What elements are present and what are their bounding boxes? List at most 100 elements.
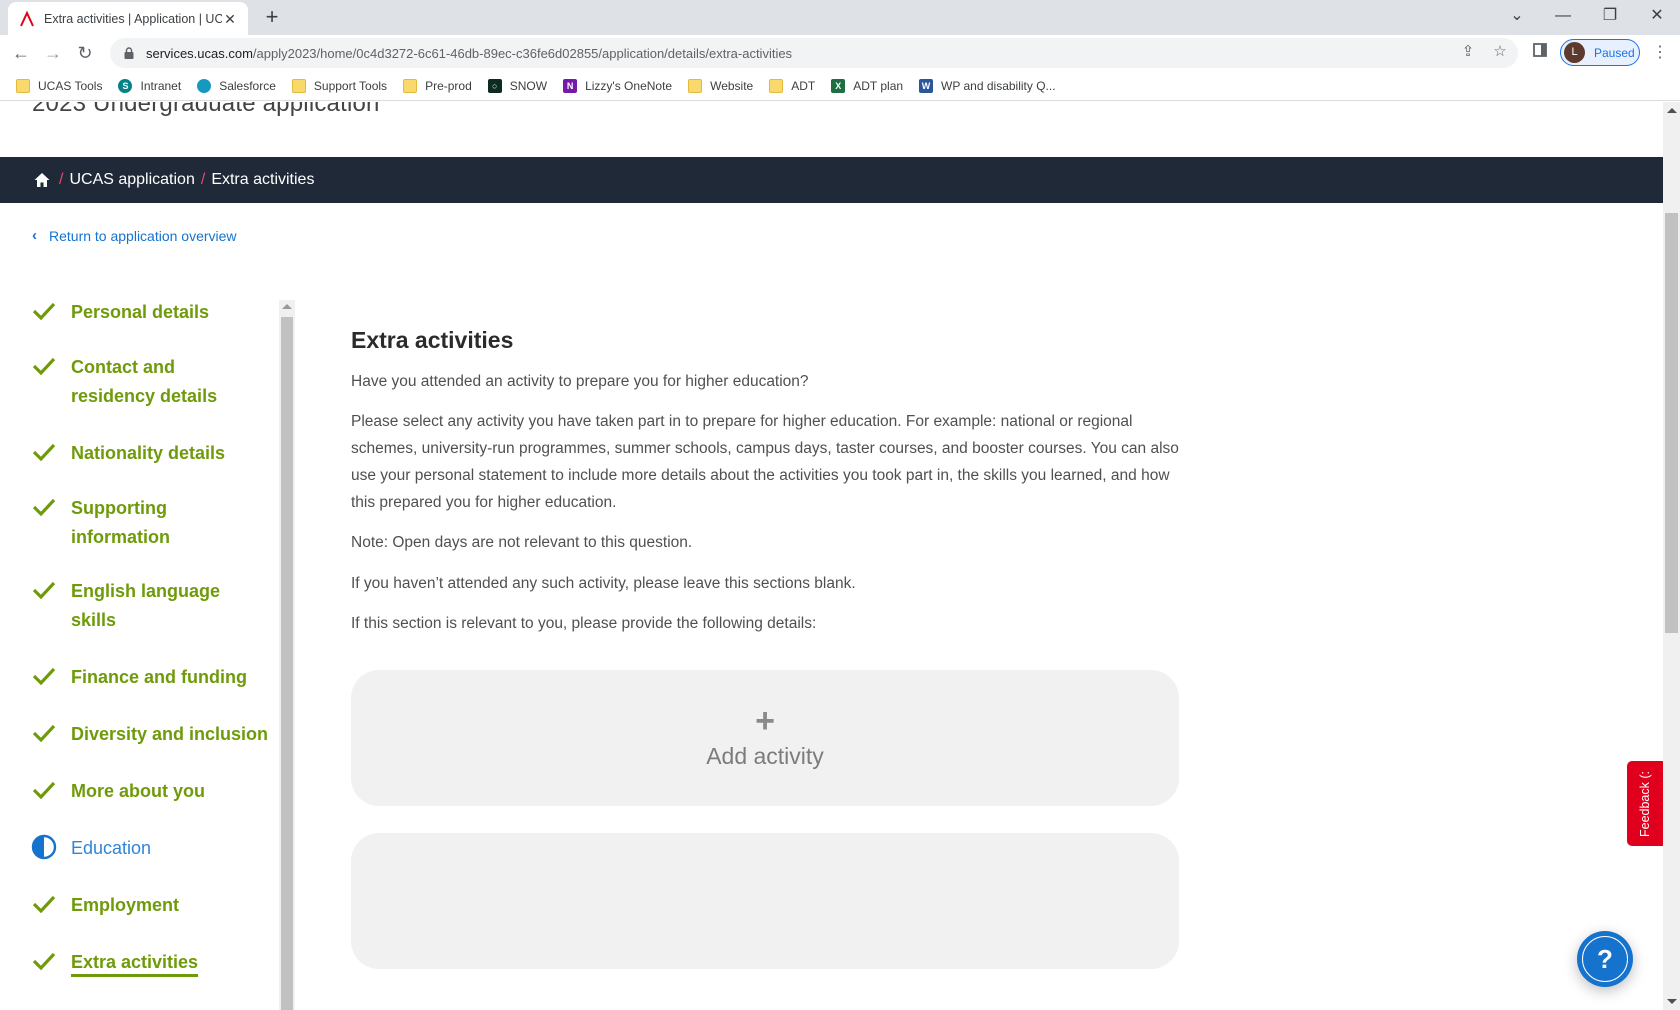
forward-arrow-icon[interactable]: → xyxy=(39,39,67,67)
scroll-down-arrow-icon[interactable] xyxy=(1667,999,1677,1004)
breadcrumb-separator: / xyxy=(59,171,64,188)
sidebar-item-english-language[interactable]: English language skills xyxy=(31,577,231,635)
folder-icon xyxy=(769,78,784,93)
profile-button[interactable]: L Paused xyxy=(1560,39,1640,66)
reload-icon[interactable]: ↻ xyxy=(71,39,99,67)
add-activity-button[interactable]: + Add activity xyxy=(351,670,1179,806)
side-panel-icon[interactable] xyxy=(1531,43,1549,61)
browser-tab-bar: Extra activities | Application | UCAS ✕ … xyxy=(0,0,1680,35)
section-heading: Extra activities xyxy=(351,327,514,353)
breadcrumb: / UCAS application / Extra activities xyxy=(0,157,1663,203)
checkmark-icon xyxy=(31,298,57,324)
instructions-paragraph: Please select any activity you have take… xyxy=(351,413,1179,511)
sidebar-item-finance-funding[interactable]: Finance and funding xyxy=(31,663,261,692)
avatar: L xyxy=(1564,42,1585,63)
servicenow-icon: ○ xyxy=(487,78,502,93)
lock-icon xyxy=(122,46,136,60)
checkmark-icon xyxy=(31,353,57,379)
bookmarks-bar: UCAS Tools S Intranet Salesforce Support … xyxy=(0,71,1680,101)
scroll-up-arrow-icon[interactable] xyxy=(282,304,292,309)
close-window-button[interactable]: ✕ xyxy=(1637,4,1677,28)
checkmark-icon xyxy=(31,494,57,520)
folder-icon xyxy=(688,78,703,93)
excel-icon: X xyxy=(831,78,846,93)
feedback-label: Feedback (: xyxy=(1638,770,1653,837)
sidebar-item-supporting-information[interactable]: Supporting information xyxy=(31,494,191,552)
bookmark-adt[interactable]: ADT xyxy=(769,78,815,93)
ucas-favicon-icon xyxy=(18,10,36,28)
plus-icon: + xyxy=(755,701,775,740)
browser-tab-active[interactable]: Extra activities | Application | UCAS ✕ xyxy=(8,2,248,35)
feedback-tab[interactable]: Feedback (: xyxy=(1627,761,1663,846)
bookmark-star-icon[interactable]: ☆ xyxy=(1491,43,1509,61)
bookmark-adt-plan[interactable]: X ADT plan xyxy=(831,78,903,93)
add-activity-label: Add activity xyxy=(706,742,824,769)
checkmark-icon xyxy=(31,948,57,974)
share-icon[interactable]: ⇪ xyxy=(1459,43,1477,61)
salesforce-icon xyxy=(197,78,212,93)
activity-card-placeholder xyxy=(351,833,1179,969)
bookmark-salesforce[interactable]: Salesforce xyxy=(197,78,276,93)
url-text: services.ucas.com/apply2023/home/0c4d327… xyxy=(146,45,793,61)
sidebar-item-education[interactable]: Education xyxy=(31,834,261,863)
question-mark-icon: ? xyxy=(1582,936,1628,982)
sidebar-item-employment[interactable]: Employment xyxy=(31,891,261,920)
half-circle-progress-icon xyxy=(31,834,57,860)
tab-search-chevron-icon[interactable]: ⌄ xyxy=(1497,4,1537,28)
sidebar-item-personal-details[interactable]: Personal details xyxy=(31,298,261,327)
sidebar-item-nationality[interactable]: Nationality details xyxy=(31,439,261,468)
checkmark-icon xyxy=(31,577,57,603)
sidebar-scrollbar-thumb[interactable] xyxy=(281,317,293,1010)
address-bar[interactable]: services.ucas.com/apply2023/home/0c4d327… xyxy=(110,38,1518,68)
breadcrumb-ucas-application[interactable]: UCAS application xyxy=(69,171,194,189)
checkmark-icon xyxy=(31,663,57,689)
bookmark-onenote[interactable]: N Lizzy's OneNote xyxy=(563,78,672,93)
page-title: 2023 Undergraduate application xyxy=(32,102,380,117)
breadcrumb-separator: / xyxy=(200,171,206,188)
return-to-overview-link[interactable]: ‹ Return to application overview xyxy=(32,227,237,244)
checkmark-icon xyxy=(31,891,57,917)
back-arrow-icon[interactable]: ← xyxy=(7,39,35,67)
profile-status: Paused xyxy=(1594,45,1635,60)
folder-icon xyxy=(291,78,306,93)
sidebar-item-contact-residency[interactable]: Contact and residency details xyxy=(31,353,261,411)
scroll-up-arrow-icon[interactable] xyxy=(1667,108,1677,113)
bookmark-wp-disability[interactable]: W WP and disability Q... xyxy=(919,78,1056,93)
sharepoint-icon: S xyxy=(118,78,133,93)
sidebar-scrollbar[interactable] xyxy=(279,300,295,1010)
bookmark-support-tools[interactable]: Support Tools xyxy=(291,78,387,93)
bookmark-snow[interactable]: ○ SNOW xyxy=(487,78,547,93)
bookmark-ucas-tools[interactable]: UCAS Tools xyxy=(16,78,102,93)
browser-menu-icon[interactable]: ⋮ xyxy=(1652,43,1668,63)
onenote-icon: N xyxy=(563,78,578,93)
minimize-window-button[interactable]: — xyxy=(1543,4,1583,28)
page-scrollbar[interactable] xyxy=(1663,102,1680,1010)
browser-toolbar: ← → ↻ services.ucas.com/apply2023/home/0… xyxy=(0,35,1680,71)
close-tab-icon[interactable]: ✕ xyxy=(222,11,238,27)
checkmark-icon xyxy=(31,720,57,746)
bookmark-intranet[interactable]: S Intranet xyxy=(118,78,181,93)
word-icon: W xyxy=(919,78,934,93)
checkmark-icon xyxy=(31,439,57,465)
page-scrollbar-thumb[interactable] xyxy=(1665,213,1678,633)
provide-details-note: If this section is relevant to you, plea… xyxy=(351,615,817,632)
restore-window-button[interactable]: ❐ xyxy=(1590,4,1630,28)
leave-blank-note: If you haven’t attended any such activit… xyxy=(351,575,856,592)
section-navigation: Personal details Contact and residency d… xyxy=(0,298,296,1010)
chevron-left-icon: ‹ xyxy=(32,227,37,244)
checkmark-icon xyxy=(31,777,57,803)
sidebar-item-more-about-you[interactable]: More about you xyxy=(31,777,261,806)
tab-title: Extra activities | Application | UCAS xyxy=(44,11,222,26)
folder-icon xyxy=(16,78,30,93)
help-button[interactable]: ? xyxy=(1577,931,1633,987)
bookmark-pre-prod[interactable]: Pre-prod xyxy=(403,78,472,93)
sidebar-item-extra-activities[interactable]: Extra activities xyxy=(31,948,261,977)
open-days-note: Note: Open days are not relevant to this… xyxy=(351,534,693,551)
breadcrumb-extra-activities: Extra activities xyxy=(211,171,315,188)
sidebar-item-diversity-inclusion[interactable]: Diversity and inclusion xyxy=(31,720,281,749)
bookmark-website[interactable]: Website xyxy=(688,78,753,93)
intro-question: Have you attended an activity to prepare… xyxy=(351,373,809,390)
folder-icon xyxy=(403,78,418,93)
home-icon[interactable] xyxy=(33,171,51,189)
new-tab-button[interactable]: + xyxy=(260,6,284,30)
